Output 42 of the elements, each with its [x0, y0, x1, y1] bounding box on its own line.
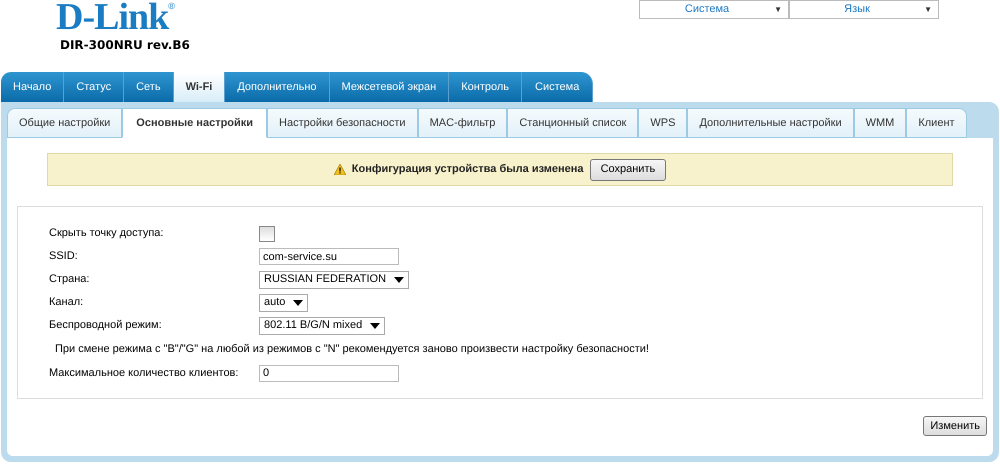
main-tab[interactable]: Система — [522, 72, 594, 102]
caret-icon — [293, 300, 304, 306]
main-tab[interactable]: Сеть — [124, 72, 174, 102]
sub-tab[interactable]: Основные настройки — [122, 108, 268, 138]
select-field[interactable]: RUSSIAN FEDERATION — [259, 270, 410, 288]
apply-button[interactable]: Изменить — [923, 416, 987, 436]
select-field[interactable]: auto — [259, 294, 308, 312]
sub-tab[interactable]: Общие настройки — [7, 108, 122, 138]
field-label: SSID: — [49, 249, 79, 264]
main-tab[interactable]: Начало — [1, 72, 64, 102]
main-tab[interactable]: Статус — [64, 72, 124, 102]
model-name: DIR-300NRU rev.B6 — [60, 37, 190, 54]
warning-icon — [334, 164, 346, 175]
sub-tab[interactable]: Настройки безопасности — [267, 108, 418, 138]
caret-icon — [370, 322, 380, 328]
caret-icon — [394, 276, 404, 282]
hide-checkbox[interactable] — [259, 226, 275, 242]
sub-tab[interactable]: Станционный список — [507, 108, 638, 138]
field-label: Скрыть точку доступа: — [49, 226, 164, 242]
notice-text: Конфигурация устройства была изменена — [352, 162, 584, 178]
field-label: Страна: — [49, 272, 90, 288]
top-menu-select[interactable]: Система ▼ — [639, 0, 789, 19]
sub-tab[interactable]: WMM — [854, 108, 906, 138]
registered-mark: ® — [168, 0, 175, 11]
select-field[interactable]: 802.11 B/G/N mixed — [259, 316, 386, 334]
sub-tab[interactable]: MAC-фильтр — [418, 108, 508, 138]
sub-tab[interactable]: WPS — [638, 108, 688, 138]
brand-logo: D-Link — [56, 0, 168, 34]
sub-tab[interactable]: Дополнительные настройки — [687, 108, 854, 138]
sub-tab[interactable]: Клиент — [906, 108, 967, 138]
field-label: Беспроводной режим: — [49, 318, 163, 334]
main-tab[interactable]: Wi-Fi — [174, 72, 226, 102]
input-field[interactable]: com-service.su — [259, 248, 399, 265]
save-button[interactable]: Сохранить — [590, 158, 666, 180]
main-tab[interactable]: Дополнительно — [225, 72, 330, 102]
field-label: Максимальное количество клиентов: — [49, 366, 240, 381]
field-label: Канал: — [49, 295, 84, 310]
main-tab[interactable]: Межсетевой экран — [330, 72, 450, 102]
warning-note: При смене режима с "B"/"G" на любой из режимов с "N" рекомендуется заново произвести настройку безопасности! — [55, 342, 649, 357]
input-field[interactable]: 0 — [259, 364, 399, 382]
main-tab[interactable]: Контроль — [449, 72, 522, 102]
top-menu-select[interactable]: Язык ▼ — [789, 0, 939, 19]
